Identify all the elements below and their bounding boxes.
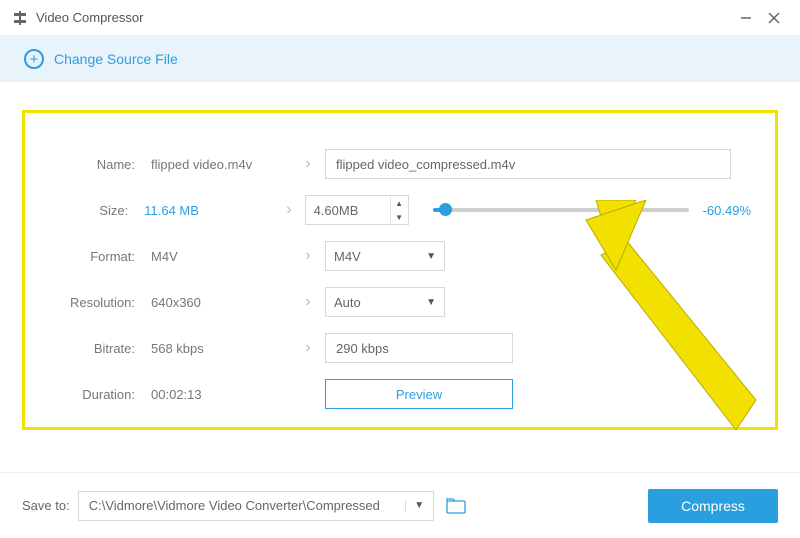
row-size: Size: 11.64 MB › 4.60MB ▲ ▼ -60.49% <box>49 187 751 233</box>
chevron-right-icon: › <box>291 247 325 265</box>
chevron-right-icon: › <box>273 201 304 219</box>
row-format: Format: M4V › M4V ▼ <box>49 233 751 279</box>
app-icon <box>12 10 28 26</box>
change-source-label: Change Source File <box>54 51 178 67</box>
size-slider-wrap: -60.49% <box>433 203 751 218</box>
row-name: Name: flipped video.m4v › <box>49 141 751 187</box>
row-duration: Duration: 00:02:13 › Preview <box>49 371 751 417</box>
plus-icon: + <box>24 49 44 69</box>
format-original: M4V <box>141 249 291 264</box>
settings-panel: Name: flipped video.m4v › Size: 11.64 MB… <box>22 110 778 430</box>
save-path-text: C:\Vidmore\Vidmore Video Converter\Compr… <box>79 498 405 513</box>
source-bar: + Change Source File <box>0 36 800 82</box>
size-original: 11.64 MB <box>134 203 273 218</box>
resolution-label: Resolution: <box>49 295 141 310</box>
bitrate-input[interactable] <box>325 333 513 363</box>
format-select[interactable]: M4V ▼ <box>325 241 445 271</box>
bitrate-original: 568 kbps <box>141 341 291 356</box>
resolution-original: 640x360 <box>141 295 291 310</box>
output-name-input[interactable] <box>325 149 731 179</box>
size-percent: -60.49% <box>703 203 751 218</box>
size-slider-thumb[interactable] <box>439 203 452 216</box>
chevron-right-icon: › <box>291 339 325 357</box>
save-path-dropdown-button[interactable]: ▼ <box>405 500 433 511</box>
name-label: Name: <box>49 157 141 172</box>
format-label: Format: <box>49 249 141 264</box>
name-original: flipped video.m4v <box>141 157 291 172</box>
title-bar: Video Compressor <box>0 0 800 36</box>
size-down-button[interactable]: ▼ <box>391 210 408 224</box>
minimize-button[interactable] <box>732 4 760 32</box>
row-bitrate: Bitrate: 568 kbps › <box>49 325 751 371</box>
size-up-button[interactable]: ▲ <box>391 196 408 210</box>
change-source-button[interactable]: + Change Source File <box>24 49 178 69</box>
resolution-select-value: Auto <box>334 295 361 310</box>
bottom-bar: Save to: C:\Vidmore\Vidmore Video Conver… <box>0 472 800 538</box>
bitrate-label: Bitrate: <box>49 341 141 356</box>
size-slider[interactable] <box>433 208 689 212</box>
duration-value: 00:02:13 <box>141 387 291 402</box>
row-resolution: Resolution: 640x360 › Auto ▼ <box>49 279 751 325</box>
close-button[interactable] <box>760 4 788 32</box>
size-output-value: 4.60MB <box>306 203 390 218</box>
preview-button[interactable]: Preview <box>325 379 513 409</box>
format-select-value: M4V <box>334 249 361 264</box>
compress-button[interactable]: Compress <box>648 489 778 523</box>
save-to-label: Save to: <box>22 498 70 513</box>
open-folder-button[interactable] <box>444 496 468 516</box>
folder-icon <box>446 498 466 514</box>
caret-down-icon: ▼ <box>426 297 436 308</box>
save-path-select[interactable]: C:\Vidmore\Vidmore Video Converter\Compr… <box>78 491 434 521</box>
chevron-right-icon: › <box>291 293 325 311</box>
size-spinner[interactable]: 4.60MB ▲ ▼ <box>305 195 409 225</box>
chevron-right-icon: › <box>291 155 325 173</box>
duration-label: Duration: <box>49 387 141 402</box>
resolution-select[interactable]: Auto ▼ <box>325 287 445 317</box>
size-label: Size: <box>49 203 134 218</box>
window-title: Video Compressor <box>36 10 732 25</box>
caret-down-icon: ▼ <box>426 251 436 262</box>
